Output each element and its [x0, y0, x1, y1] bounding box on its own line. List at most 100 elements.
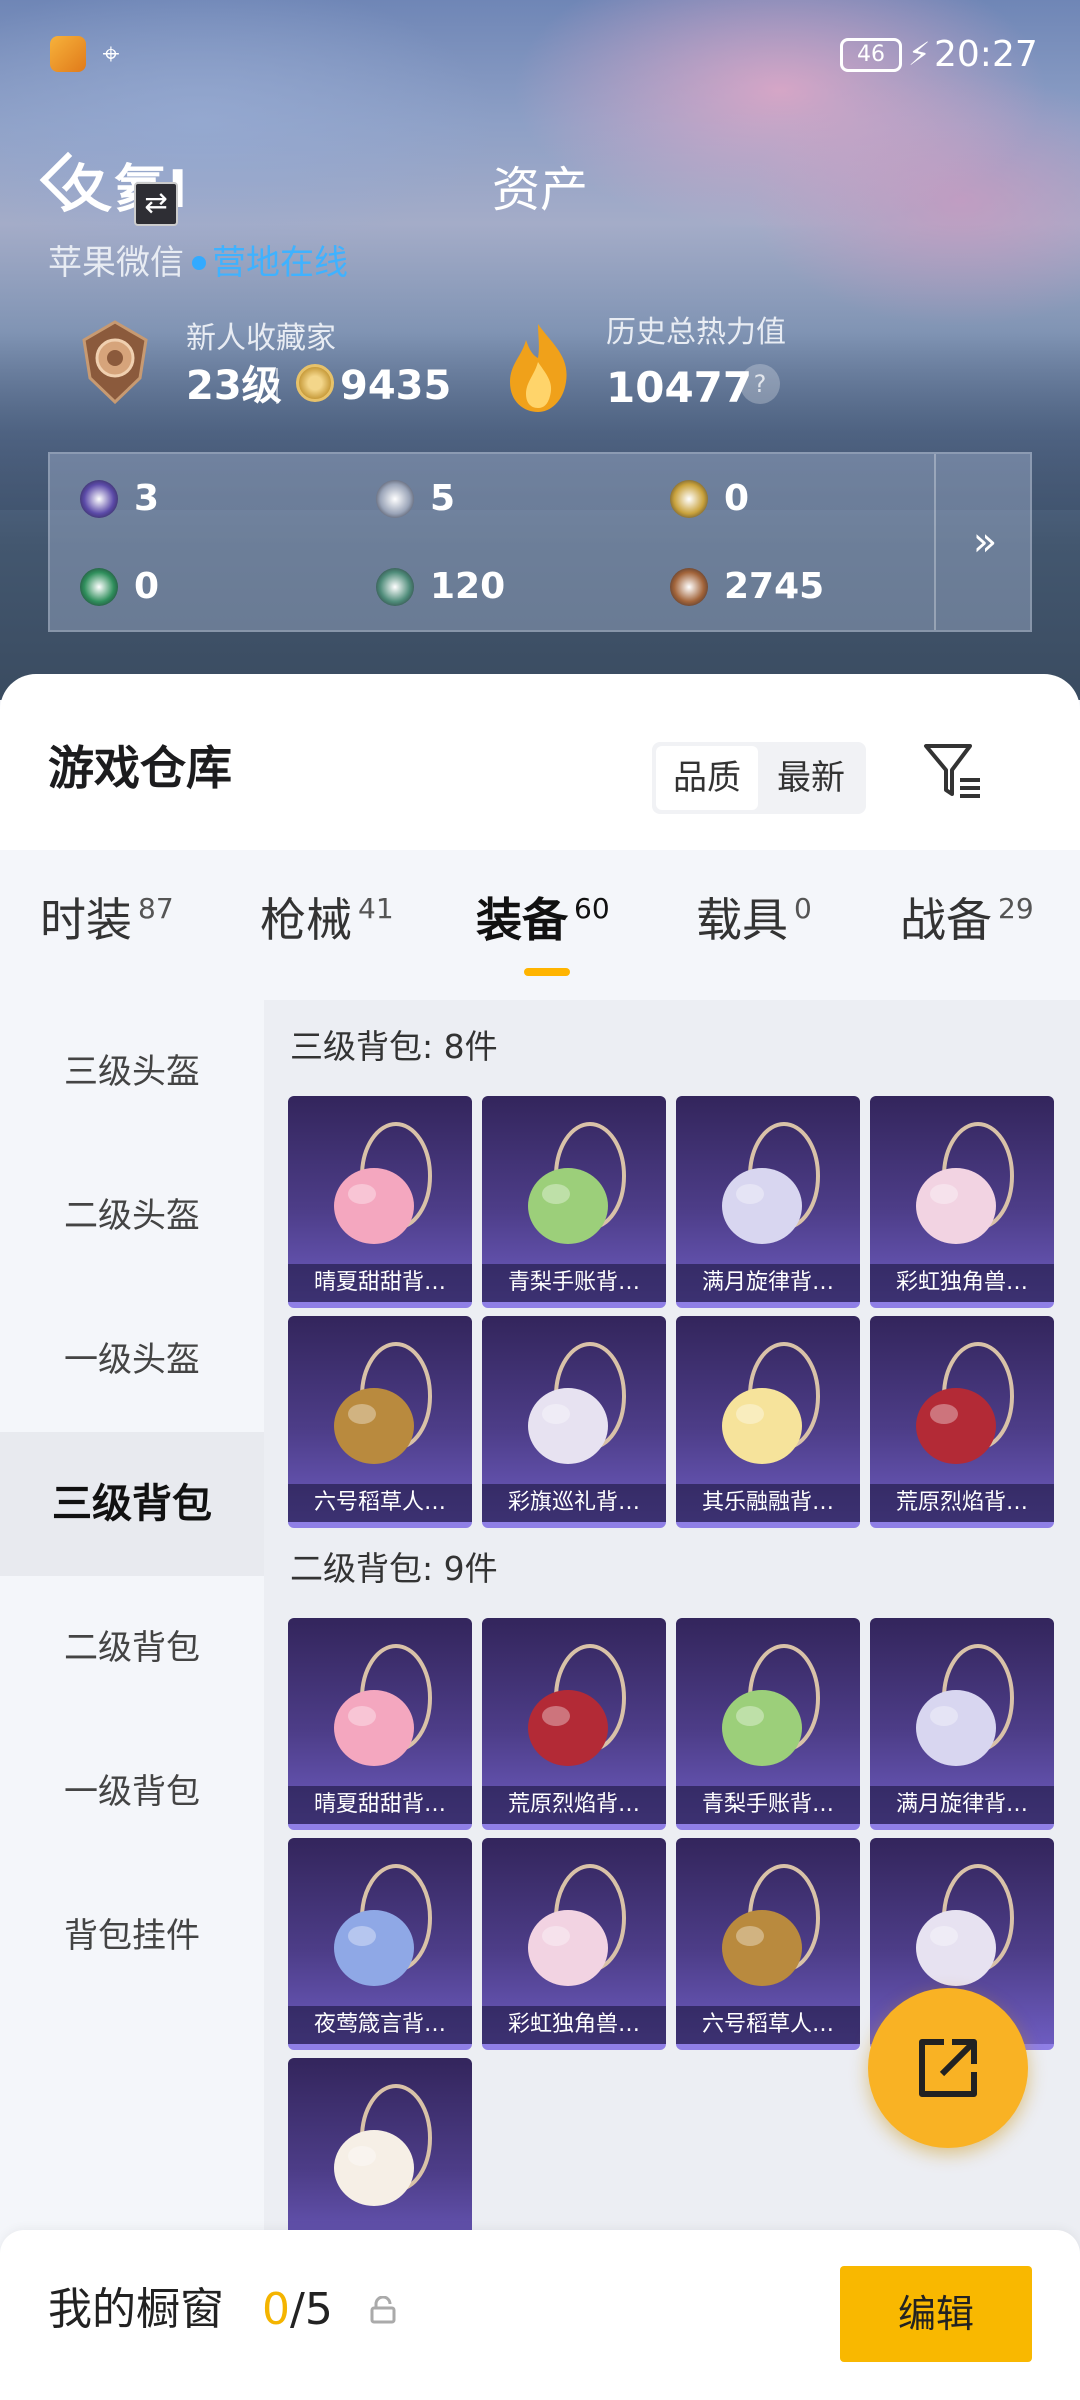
tab-label: 战备 [900, 893, 992, 947]
tab-vehicles[interactable]: 载具 0 [696, 880, 812, 960]
page-title: 资产 [491, 162, 588, 218]
bronze-coin-icon [670, 568, 708, 606]
sidebar-item-level1-backpack[interactable]: 一级背包 [0, 1720, 264, 1864]
item-name: 青梨手账背… [482, 1264, 666, 1302]
backpack-icon [722, 1342, 820, 1464]
share-button[interactable] [868, 1988, 1028, 2148]
item-name: 荒原烈焰背… [482, 1786, 666, 1824]
sidebar-item-level1-helmet[interactable]: 一级头盔 [0, 1288, 264, 1432]
item-card[interactable]: 夜莺箴言背… [288, 1838, 472, 2050]
tab-weapons[interactable]: 枪械 41 [260, 880, 394, 960]
location-icon: ⌖ [102, 37, 120, 72]
backpack-icon [334, 2084, 432, 2206]
tab-count: 0 [794, 892, 812, 925]
item-name: 夜莺箴言背… [288, 2006, 472, 2044]
flame-icon [510, 324, 567, 412]
edit-showcase-button[interactable]: 编辑 [840, 2266, 1032, 2362]
share-icon [919, 2039, 977, 2097]
item-name: 青梨手账背… [676, 1786, 860, 1824]
item-name: 满月旋律背… [676, 1264, 860, 1302]
backpack-icon [722, 1864, 820, 1986]
app-notification-icon [50, 36, 86, 72]
rank-title: 新人收藏家 [186, 321, 336, 356]
silver-badge-icon [376, 480, 414, 518]
subcategory-sidebar: 三级头盔 二级头盔 一级头盔 三级背包 二级背包 一级背包 背包挂件 [0, 1000, 264, 2400]
item-card[interactable]: 青梨手账背… [676, 1618, 860, 1830]
item-card[interactable]: 荒原烈焰背… [482, 1618, 666, 1830]
item-card[interactable]: 彩虹独角兽… [870, 1096, 1054, 1308]
backpack-icon [528, 1644, 626, 1766]
heat-value: 10477 [606, 363, 753, 412]
backpack-icon [916, 1342, 1014, 1464]
asset-header: ⌖ 46 ⚡ 20:27 夂氦I ⇄ 资产 苹果微信 营地在线 新人收藏家 23级… [0, 0, 1080, 700]
tab-count: 29 [998, 892, 1034, 925]
sidebar-item-backpack-pendant[interactable]: 背包挂件 [0, 1864, 264, 2008]
item-card[interactable]: 彩旗巡礼背… [482, 1316, 666, 1528]
battery-icon: 46 [840, 38, 902, 72]
platform-label: 苹果微信 [48, 243, 184, 283]
item-name: 满月旋律背… [870, 1786, 1054, 1824]
item-card[interactable]: 青梨手账背… [482, 1096, 666, 1308]
category-tabs: 时装 87 枪械 41 装备 60 载具 0 战备 29 [0, 850, 1080, 1000]
sidebar-item-level2-backpack[interactable]: 二级背包 [0, 1576, 264, 1720]
divider [276, 368, 278, 404]
showcase-total: /5 [290, 2284, 333, 2335]
online-status: 营地在线 [212, 243, 348, 283]
item-name: 晴夏甜甜背… [288, 1264, 472, 1302]
backpack-icon [722, 1122, 820, 1244]
backpack-icon [916, 1122, 1014, 1244]
tab-label: 载具 [696, 893, 788, 947]
resource-count: 2745 [724, 566, 825, 607]
tab-fashion[interactable]: 时装 87 [40, 880, 174, 960]
warehouse-title: 游戏仓库 [48, 741, 232, 795]
item-name: 其乐融融背… [676, 1484, 860, 1522]
item-card[interactable]: 彩虹独角兽… [482, 1838, 666, 2050]
gold-badge-icon [670, 480, 708, 518]
tab-label: 枪械 [260, 893, 352, 947]
item-card[interactable]: 满月旋律背… [676, 1096, 860, 1308]
heat-title: 历史总热力值 [606, 315, 786, 350]
backpack-icon [916, 1644, 1014, 1766]
tab-count: 60 [574, 892, 610, 925]
item-card[interactable]: 六号稻草人… [288, 1316, 472, 1528]
backpack-icon [334, 1644, 432, 1766]
sidebar-item-level3-backpack[interactable]: 三级背包 [0, 1432, 264, 1576]
showcase-count: 0/5 [262, 2280, 333, 2340]
tab-label: 时装 [40, 893, 132, 947]
showcase-bar: 我的橱窗 0/5 编辑 [0, 2230, 1080, 2400]
tab-equipment[interactable]: 装备 60 [476, 880, 610, 960]
backpack-icon [528, 1864, 626, 1986]
item-name: 六号稻草人… [288, 1484, 472, 1522]
item-card[interactable]: 满月旋律背… [870, 1618, 1054, 1830]
backpack-icon [334, 1122, 432, 1244]
sort-newest-button[interactable]: 最新 [760, 746, 862, 810]
resource-panel: 3 5 0 0 120 2745 » [48, 452, 1032, 632]
item-card[interactable]: 六号稻草人… [676, 1838, 860, 2050]
item-grid: 三级背包: 8件 二级背包: 9件 晴夏甜甜背… 青梨手账背… 满月旋律背… 彩虹独角… [264, 1000, 1080, 2400]
item-card[interactable]: 其乐融融背… [676, 1316, 860, 1528]
sort-quality-button[interactable]: 品质 [656, 746, 758, 810]
more-resources-button[interactable]: » [950, 514, 1020, 570]
backpack-icon [722, 1644, 820, 1766]
backpack-icon [528, 1122, 626, 1244]
green-card-icon [80, 568, 118, 606]
active-tab-indicator [524, 968, 570, 976]
sidebar-item-level3-helmet[interactable]: 三级头盔 [0, 1000, 264, 1144]
item-card[interactable]: 晴夏甜甜背… [288, 1618, 472, 1830]
help-icon[interactable]: ? [740, 364, 780, 404]
filter-icon[interactable] [920, 740, 984, 804]
backpack-icon [334, 1342, 432, 1464]
account-platform: 苹果微信 营地在线 [48, 238, 348, 288]
item-card[interactable]: 晴夏甜甜背… [288, 1096, 472, 1308]
lock-icon [370, 2296, 396, 2324]
purple-card-icon [80, 480, 118, 518]
sidebar-item-level2-helmet[interactable]: 二级头盔 [0, 1144, 264, 1288]
item-name: 荒原烈焰背… [870, 1484, 1054, 1522]
resource-count: 0 [724, 478, 750, 519]
tab-gear[interactable]: 战备 29 [900, 880, 1034, 960]
showcase-label: 我的橱窗 [48, 2284, 224, 2335]
crown-coin-count: 9435 [340, 363, 452, 409]
online-dot-icon [192, 255, 206, 270]
item-card[interactable]: 荒原烈焰背… [870, 1316, 1054, 1528]
showcase-used: 0 [262, 2284, 290, 2335]
